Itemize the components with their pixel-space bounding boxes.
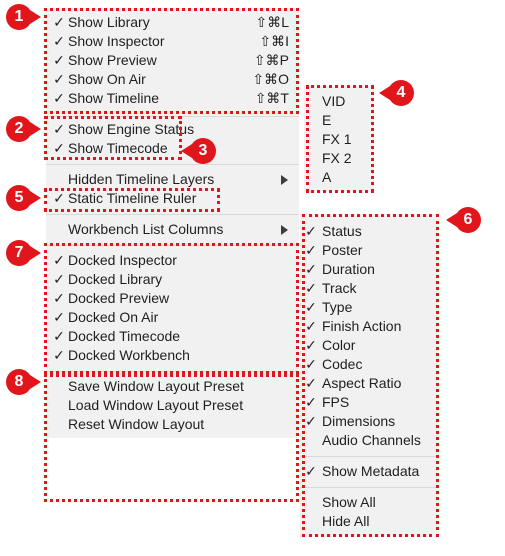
menu-item-label: Hidden Timeline Layers: [68, 171, 215, 187]
annotation-badge-6: 6: [446, 207, 481, 233]
menu-item-workbench-list-columns[interactable]: Workbench List Columns: [46, 220, 299, 239]
annotation-badge-2: 2: [6, 116, 41, 142]
annotation-badge-3: 3: [181, 138, 216, 164]
annotation-box-5: [44, 188, 220, 212]
annotation-box-6: [302, 214, 439, 537]
menu-item-hidden-timeline-layers[interactable]: Hidden Timeline Layers: [46, 170, 299, 189]
annotation-badge-8: 8: [6, 369, 41, 395]
annotation-badge-1: 1: [6, 4, 41, 30]
menu-separator: [46, 214, 299, 215]
menu-separator: [46, 164, 299, 165]
annotation-box-4: [306, 85, 374, 193]
submenu-arrow-icon: [281, 225, 288, 235]
menu-item-label: Workbench List Columns: [68, 221, 224, 237]
annotation-box-8: [44, 374, 299, 502]
annotation-badge-4: 4: [379, 80, 414, 106]
annotation-badge-7: 7: [6, 240, 41, 266]
annotation-box-7: [44, 243, 299, 374]
submenu-arrow-icon: [281, 175, 288, 185]
annotation-box-2: [44, 116, 182, 160]
annotation-badge-5: 5: [6, 185, 41, 211]
annotation-box-1: [44, 8, 299, 114]
